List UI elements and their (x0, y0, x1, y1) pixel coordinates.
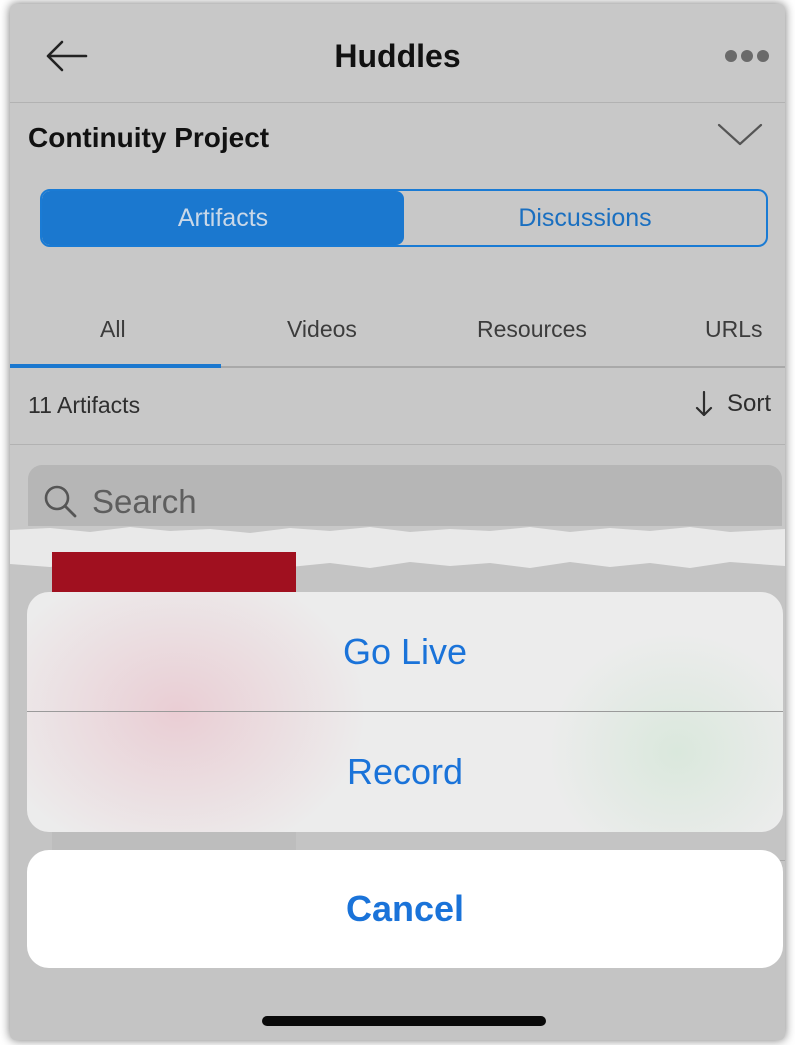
chevron-down-icon[interactable] (717, 122, 763, 148)
action-sheet: Go Live Record (27, 592, 783, 832)
tab-resources[interactable]: Resources (477, 316, 587, 343)
cancel-button[interactable]: Cancel (27, 850, 783, 968)
go-live-button[interactable]: Go Live (27, 592, 783, 712)
project-selector[interactable]: Continuity Project (10, 102, 785, 178)
segment-discussions[interactable]: Discussions (404, 191, 766, 245)
project-title: Continuity Project (28, 122, 270, 153)
home-indicator[interactable] (262, 1016, 546, 1026)
segmented-control: Artifacts Discussions (40, 189, 768, 247)
page-title: Huddles (334, 38, 461, 74)
sort-button[interactable]: Sort (695, 390, 771, 418)
arrow-down-icon (695, 391, 713, 417)
app-screen: Huddles Continuity Project Artifacts Dis… (10, 4, 785, 1040)
ellipsis-icon[interactable] (725, 50, 769, 62)
filter-tabs: All Videos Resources URLs (10, 294, 785, 368)
segment-artifacts[interactable]: Artifacts (42, 191, 404, 245)
record-button[interactable]: Record (27, 712, 783, 832)
tab-all[interactable]: All (100, 316, 126, 343)
tab-urls[interactable]: URLs (705, 316, 763, 343)
artifact-count: 11 Artifacts (28, 392, 141, 418)
search-input[interactable] (90, 479, 694, 525)
list-info-row: 11 Artifacts Sort (10, 368, 785, 445)
tab-videos[interactable]: Videos (287, 316, 357, 343)
search-icon (44, 485, 77, 518)
nav-header: Huddles (10, 4, 785, 103)
sort-label: Sort (726, 390, 771, 417)
